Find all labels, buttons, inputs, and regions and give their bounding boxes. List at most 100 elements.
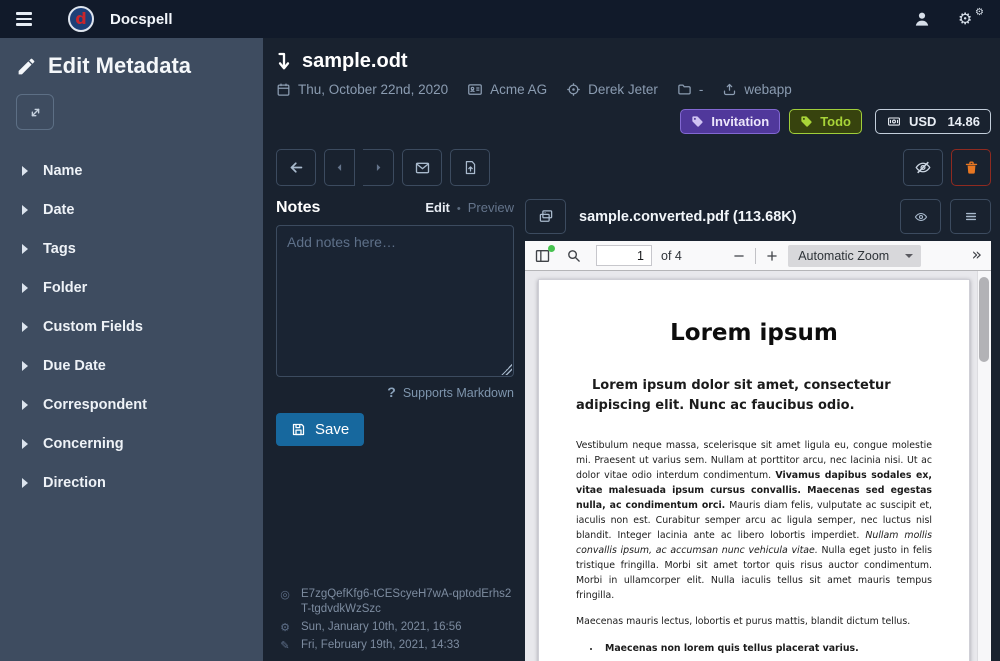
pdf-page-number-input[interactable] [596, 245, 652, 266]
docspell-logo[interactable]: d [68, 6, 94, 32]
images-icon [538, 209, 554, 224]
tag-badge-todo[interactable]: Todo [789, 109, 862, 134]
eye-icon [913, 210, 929, 224]
save-notes-button[interactable]: Save [276, 413, 364, 446]
sidebar-item-due-date[interactable]: Due Date [16, 350, 247, 382]
sidebar-item-correspondent[interactable]: Correspondent [16, 389, 247, 421]
bars-menu-icon [964, 210, 978, 223]
item-toolbar [276, 149, 991, 186]
sidebar-title: Edit Metadata [48, 53, 191, 79]
chevron-right-icon [373, 162, 384, 173]
pdf-more-tools-button[interactable]: » [972, 247, 982, 264]
gear-icon: ⚙ [278, 620, 292, 635]
pdf-zoom-out-button[interactable] [732, 249, 746, 263]
arrow-left-icon [288, 159, 305, 176]
tag-icon [691, 115, 704, 128]
tab-separator-dot: • [457, 203, 461, 215]
pdf-sidebar-toggle-button[interactable] [534, 248, 551, 264]
chevron-left-icon [334, 162, 345, 173]
caret-right-icon [22, 166, 28, 176]
document-title: Lorem ipsum [576, 320, 932, 346]
sidebar-item-date[interactable]: Date [16, 194, 247, 226]
hide-item-button[interactable] [903, 149, 943, 186]
item-id-row: ◎ E7zgQefKfg6-tCEScyeH7wA-qptodErhs2T-tg… [278, 587, 512, 617]
notes-tabs: Edit • Preview [425, 200, 514, 215]
previous-item-button[interactable] [324, 149, 355, 186]
custom-field-badge-usd[interactable]: USD 14.86 [875, 109, 991, 134]
next-item-button[interactable] [363, 149, 394, 186]
settings-cogs-icon[interactable]: ⚙ ⚙ [958, 8, 984, 30]
pdfjs-toolbar: of 4 Automatic Zoom [525, 241, 991, 271]
id-card-icon [467, 82, 483, 97]
caret-right-icon [22, 322, 28, 332]
question-mark-icon[interactable]: ? [387, 384, 396, 400]
attachment-menu-button[interactable] [950, 199, 991, 234]
attachment-header: sample.converted.pdf (113.68K) [525, 199, 991, 234]
attachment-panel: sample.converted.pdf (113.68K) [525, 199, 991, 661]
upload-icon [722, 82, 737, 97]
pdf-page-count-label: of 4 [661, 249, 682, 263]
item-updated-date: Fri, February 19th, 2021, 14:33 [301, 638, 460, 653]
sidebar-item-custom-fields[interactable]: Custom Fields [16, 311, 247, 343]
hamburger-menu-icon[interactable] [16, 12, 32, 26]
delete-item-button[interactable] [951, 149, 991, 186]
item-date: Thu, October 22nd, 2020 [276, 82, 448, 97]
caret-right-icon [22, 439, 28, 449]
attachment-header-actions [900, 199, 991, 234]
metadata-section-list: Name Date Tags Folder Custom Fields Due … [16, 155, 247, 499]
pencil-small-icon: ✎ [278, 638, 292, 653]
caret-right-icon [22, 400, 28, 410]
expand-arrows-icon [28, 105, 43, 120]
sidebar-item-concerning[interactable]: Concerning [16, 428, 247, 460]
pdf-find-button[interactable] [566, 248, 581, 263]
caret-right-icon [22, 244, 28, 254]
item-updated-row: ✎ Fri, February 19th, 2021, 14:33 [278, 638, 512, 653]
pdf-scrollbar-thumb[interactable] [979, 277, 989, 362]
pdf-zoom-in-button[interactable] [765, 249, 779, 263]
item-created-date: Sun, January 10th, 2021, 16:56 [301, 620, 461, 635]
notes-tab-edit[interactable]: Edit [425, 200, 450, 215]
attachment-filename: sample.converted.pdf (113.68K) [579, 209, 887, 225]
document-paragraph: Vestibulum neque massa, scelerisque sit … [576, 438, 932, 604]
detail-panels: Notes Edit • Preview ? Supports Markdo [276, 199, 991, 661]
money-bill-icon [886, 115, 902, 128]
notes-title: Notes [276, 199, 320, 217]
notes-input[interactable] [276, 225, 514, 377]
item-meta-row: Thu, October 22nd, 2020 Acme AG Derek Je… [276, 82, 991, 97]
attachment-select-button[interactable] [525, 199, 566, 234]
sidebar-item-tags[interactable]: Tags [16, 233, 247, 265]
resize-grip-icon[interactable] [501, 364, 512, 375]
pdf-viewer[interactable]: Lorem ipsum Lorem ipsum dolor sit amet, … [525, 271, 991, 661]
markdown-hint: ? Supports Markdown [276, 384, 514, 400]
notes-tab-preview[interactable]: Preview [468, 200, 514, 215]
item-title: sample.odt [302, 50, 408, 73]
user-account-icon[interactable] [912, 9, 932, 29]
sidebar-item-name[interactable]: Name [16, 155, 247, 187]
back-button[interactable] [276, 149, 316, 186]
item-id: E7zgQefKfg6-tCEScyeH7wA-qptodErhs2T-tgdv… [301, 587, 512, 617]
expand-collapse-button[interactable] [16, 94, 54, 130]
item-correspondent: Acme AG [467, 82, 547, 97]
pdf-page: Lorem ipsum Lorem ipsum dolor sit amet, … [538, 279, 970, 661]
pdf-zoom-select[interactable]: Automatic Zoom [788, 245, 921, 267]
attachment-view-button[interactable] [900, 199, 941, 234]
item-concerning: Derek Jeter [566, 82, 658, 97]
level-down-arrow-icon [276, 51, 292, 73]
list-item: Maecenas non lorem quis tellus placerat … [601, 642, 932, 656]
tag-icon [800, 115, 813, 128]
folder-icon [677, 82, 692, 97]
caret-right-icon [22, 205, 28, 215]
chevron-down-icon [905, 254, 913, 258]
floppy-disk-icon [291, 422, 306, 437]
sidebar-item-direction[interactable]: Direction [16, 467, 247, 499]
content-area: Edit Metadata Name Date Tags Folder Cust… [0, 38, 1000, 661]
item-created-row: ⚙ Sun, January 10th, 2021, 16:56 [278, 620, 512, 635]
add-files-button[interactable] [450, 149, 490, 186]
caret-right-icon [22, 361, 28, 371]
sidebar-item-folder[interactable]: Folder [16, 272, 247, 304]
send-mail-button[interactable] [402, 149, 442, 186]
magnifier-icon [566, 248, 581, 263]
document-bullet-list: Maecenas non lorem quis tellus placerat … [576, 642, 932, 661]
app-title[interactable]: Docspell [110, 11, 173, 28]
tag-badge-invitation[interactable]: Invitation [680, 109, 780, 134]
